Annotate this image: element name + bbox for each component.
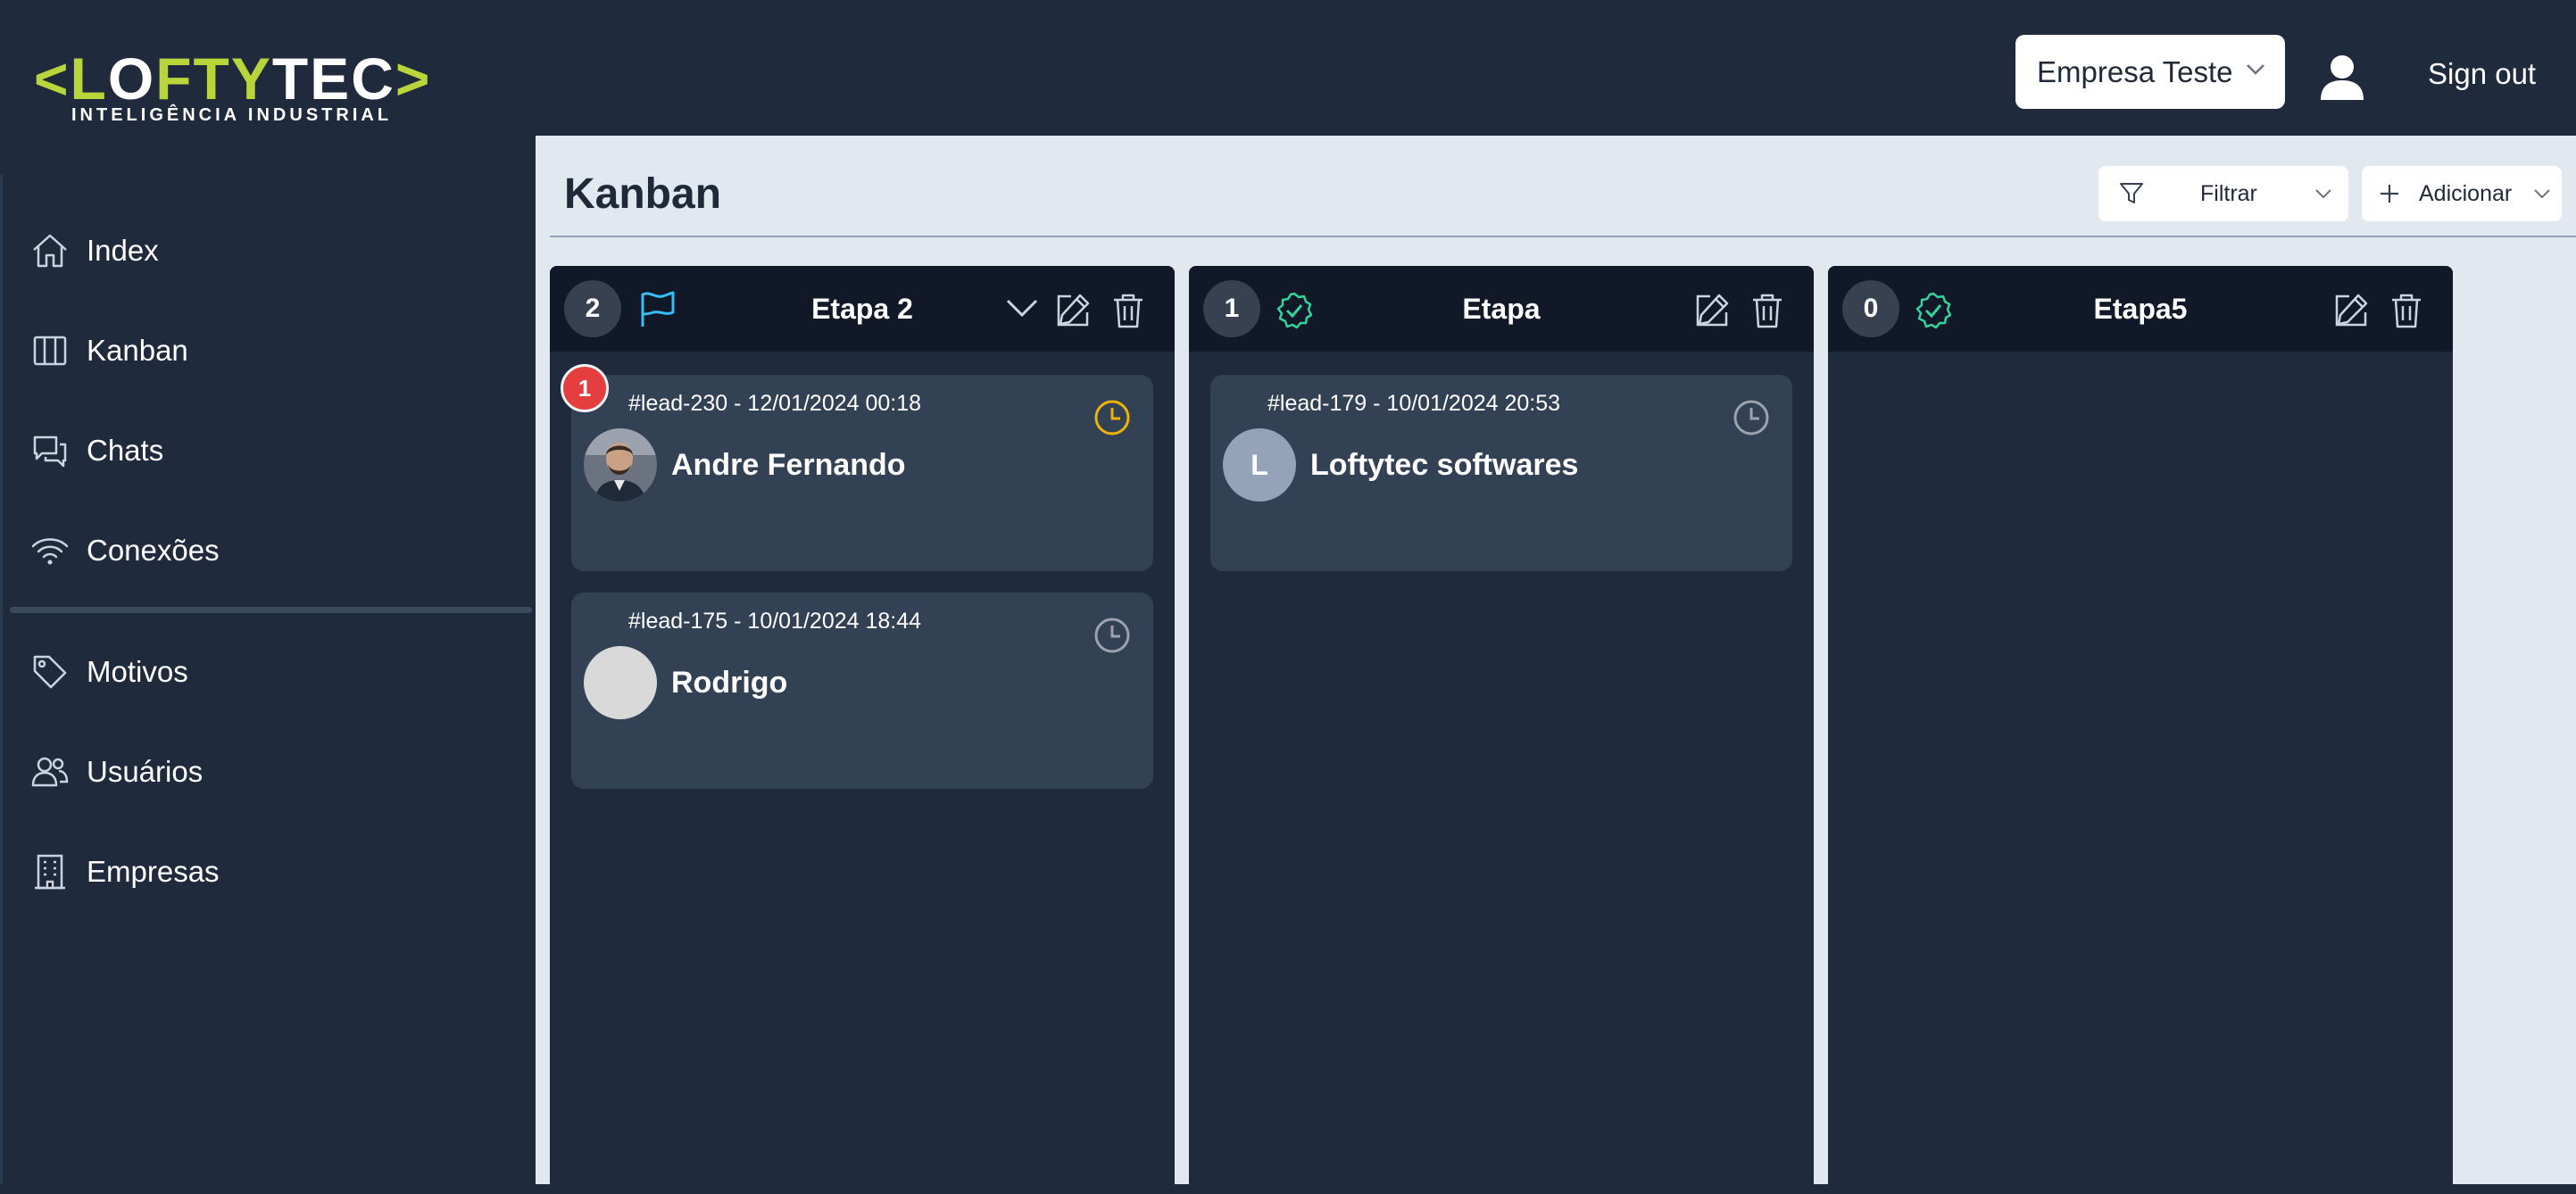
lead-name: Loftytec softwares bbox=[1310, 448, 1579, 482]
lead-card[interactable]: #lead-175 - 10/01/2024 18:44 Rodrigo bbox=[571, 593, 1153, 789]
lead-card[interactable]: #lead-179 - 10/01/2024 20:53 L Loftytec … bbox=[1210, 375, 1792, 571]
tag-icon bbox=[33, 655, 67, 689]
sidebar-item-empresas[interactable]: Empresas bbox=[29, 845, 220, 899]
chevron-down-icon bbox=[2534, 189, 2550, 199]
chevron-down-icon bbox=[2247, 64, 2264, 75]
edit-icon[interactable] bbox=[2331, 291, 2371, 330]
sidebar-item-label: Motivos bbox=[87, 655, 188, 688]
clock-icon bbox=[1733, 400, 1769, 435]
main-content: Kanban Filtrar Adicionar Etapa 2 2 1 #le… bbox=[536, 136, 2576, 1194]
sidebar-item-conexoes[interactable]: Conexões bbox=[29, 524, 220, 577]
sidebar-item-motivos[interactable]: Motivos bbox=[29, 645, 188, 699]
sidebar-item-label: Usuários bbox=[87, 755, 204, 788]
filter-button[interactable]: Filtrar bbox=[2098, 166, 2348, 221]
user-icon[interactable] bbox=[2319, 52, 2365, 102]
plus-icon bbox=[2381, 185, 2398, 203]
column-count-badge: 0 bbox=[1842, 280, 1899, 337]
chevron-down-icon bbox=[2315, 189, 2331, 199]
trash-icon[interactable] bbox=[1749, 291, 1785, 330]
add-button-label: Adicionar bbox=[2419, 180, 2513, 206]
sidebar-item-label: Chats bbox=[87, 434, 164, 467]
clock-icon bbox=[1094, 618, 1130, 653]
building-icon bbox=[35, 854, 65, 890]
notification-badge: 1 bbox=[561, 364, 609, 412]
funnel-icon bbox=[2120, 183, 2143, 203]
check-badge-icon bbox=[1276, 292, 1313, 329]
kanban-column: Etapa 2 2 1 #lead-230 - 12/01/2024 00:18 bbox=[550, 266, 1175, 1194]
sidebar-item-label: Conexões bbox=[87, 534, 220, 567]
page-title: Kanban bbox=[564, 170, 722, 218]
lead-id: #lead-175 - 10/01/2024 18:44 bbox=[628, 609, 922, 634]
avatar bbox=[584, 428, 657, 502]
clock-icon bbox=[1094, 400, 1130, 435]
avatar: L bbox=[1223, 428, 1296, 502]
avatar bbox=[584, 646, 657, 719]
sidebar-item-index[interactable]: Index bbox=[29, 224, 159, 278]
sidebar-item-chats[interactable]: Chats bbox=[29, 424, 163, 477]
column-header: Etapa5 0 bbox=[1828, 266, 2453, 352]
trash-icon[interactable] bbox=[2389, 291, 2424, 330]
company-select[interactable]: Empresa Teste bbox=[2015, 35, 2285, 109]
check-badge-icon bbox=[1915, 292, 1952, 329]
title-divider bbox=[550, 236, 2576, 237]
sign-out-link[interactable]: Sign out bbox=[2428, 57, 2536, 91]
lead-id: #lead-179 - 10/01/2024 20:53 bbox=[1267, 391, 1561, 416]
lead-name: Andre Fernando bbox=[671, 448, 906, 482]
sidebar-item-usuarios[interactable]: Usuários bbox=[29, 745, 203, 799]
edit-icon[interactable] bbox=[1692, 291, 1732, 330]
kanban-column: Etapa5 0 bbox=[1828, 266, 2453, 1194]
column-count-badge: 1 bbox=[1203, 280, 1260, 337]
edit-icon[interactable] bbox=[1053, 291, 1093, 330]
columns-icon bbox=[33, 336, 67, 366]
sidebar: Index Kanban Chats Conexões Motivos Usuá… bbox=[0, 174, 538, 1184]
top-header: <LOFTYTEC> INTELIGÊNCIA INDUSTRIAL Empre… bbox=[0, 0, 2576, 136]
trash-icon[interactable] bbox=[1110, 291, 1146, 330]
flag-icon bbox=[641, 291, 675, 327]
home-icon bbox=[33, 234, 67, 268]
column-header: Etapa 2 2 bbox=[550, 266, 1175, 352]
lead-id: #lead-230 - 12/01/2024 00:18 bbox=[628, 391, 922, 416]
column-header: Etapa 1 bbox=[1189, 266, 1814, 352]
filter-button-label: Filtrar bbox=[2200, 180, 2257, 206]
company-select-value: Empresa Teste bbox=[2037, 54, 2233, 88]
sidebar-divider bbox=[10, 607, 532, 613]
users-icon bbox=[31, 757, 69, 787]
logo-tagline: INTELIGÊNCIA INDUSTRIAL bbox=[71, 105, 393, 125]
logo-wordmark: <LOFTYTEC> bbox=[34, 46, 432, 112]
column-count-badge: 2 bbox=[564, 280, 621, 337]
wifi-icon bbox=[31, 538, 69, 565]
sidebar-item-label: Kanban bbox=[87, 334, 188, 367]
kanban-column: Etapa 1 #lead-179 - 10/01/2024 20:53 L L… bbox=[1189, 266, 1814, 1194]
lead-name: Rodrigo bbox=[671, 666, 788, 700]
lead-card[interactable]: 1 #lead-230 - 12/01/2024 00:18 Andre Fer… bbox=[561, 364, 1153, 571]
add-button[interactable]: Adicionar bbox=[2362, 166, 2562, 221]
sidebar-item-label: Empresas bbox=[87, 855, 220, 888]
logo[interactable]: <LOFTYTEC> INTELIGÊNCIA INDUSTRIAL bbox=[34, 46, 429, 127]
chat-icon bbox=[33, 435, 67, 468]
chevron-down-icon[interactable] bbox=[1005, 296, 1039, 321]
sidebar-item-label: Index bbox=[87, 234, 159, 267]
sidebar-item-kanban[interactable]: Kanban bbox=[29, 324, 188, 377]
